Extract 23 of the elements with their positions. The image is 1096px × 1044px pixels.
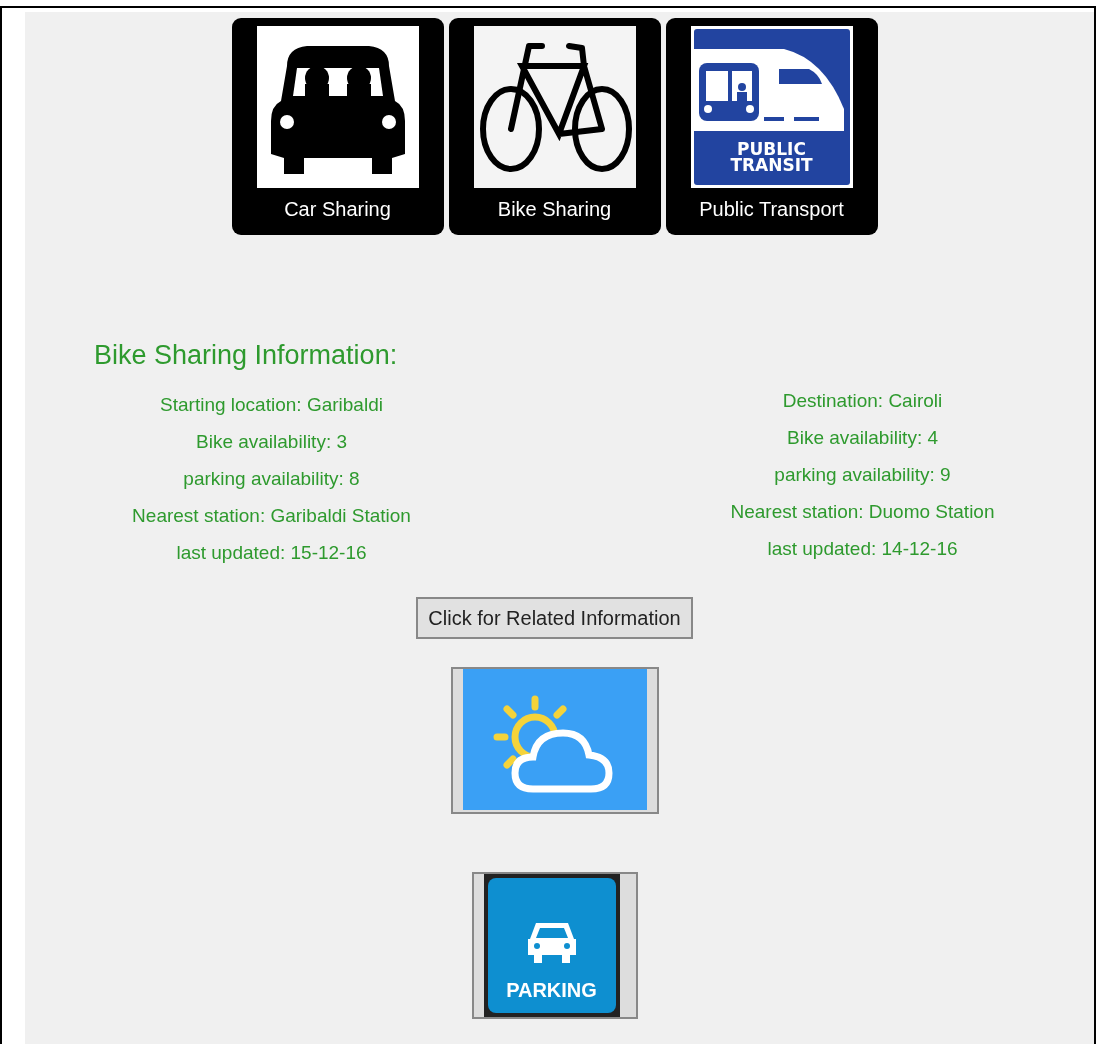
sign-text: TRANSIT [730, 157, 813, 173]
mode-tile[interactable]: Bike Sharing [448, 18, 661, 235]
info-line: Starting location: Garibaldi [160, 392, 383, 417]
weather-icon [462, 668, 647, 810]
related-info-button[interactable]: Click for Related Information [416, 596, 693, 639]
info-line: Nearest station: Duomo Station [730, 499, 995, 524]
car-icon [256, 26, 419, 188]
sign-text: PUBLIC [737, 141, 806, 157]
info-line: Bike availability: 4 [787, 425, 938, 450]
info-line: last updated: 15-12-16 [176, 540, 367, 565]
weather-button[interactable] [450, 666, 659, 814]
info-line: Nearest station: Garibaldi Station [132, 503, 411, 528]
bicycle-icon [473, 26, 636, 188]
info-line: Destination: Cairoli [782, 388, 943, 413]
info-line: Bike availability: 3 [196, 429, 347, 454]
info-line: last updated: 14-12-16 [767, 536, 958, 561]
info-heading: Bike Sharing Information: [94, 339, 399, 372]
parking-button[interactable]: PARKING [471, 871, 638, 1019]
mode-tile[interactable]: Car Sharing [231, 18, 444, 235]
mode-tile[interactable]: PUBLIC TRANSIT Public Transport [665, 18, 878, 235]
info-line: parking availability: 8 [183, 466, 360, 491]
parking-caption: PARKING [506, 977, 597, 1003]
info-line: parking availability: 9 [774, 462, 951, 487]
